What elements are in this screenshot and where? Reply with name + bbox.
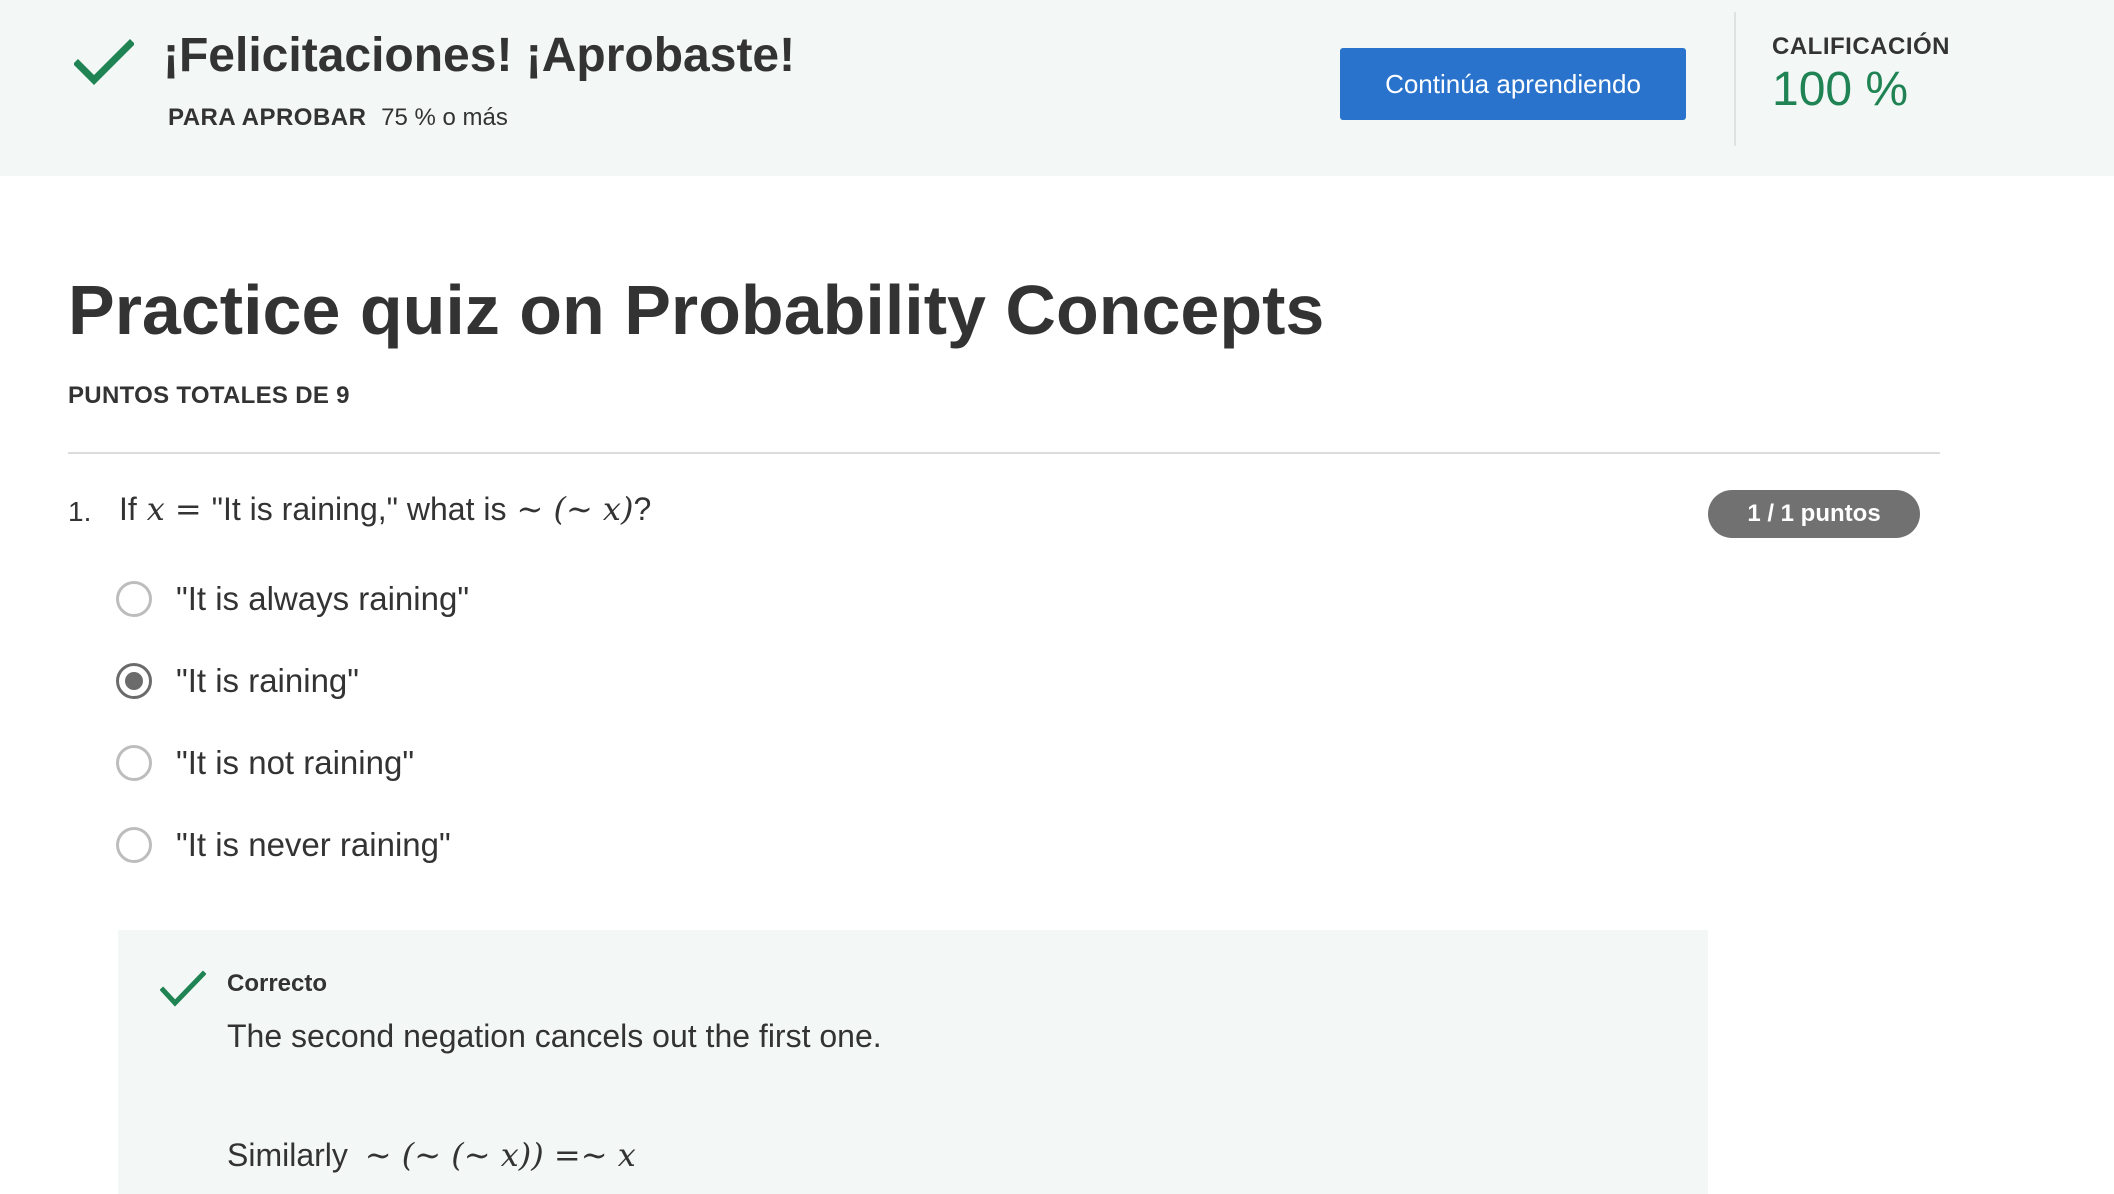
grade-label: CALIFICACIÓN xyxy=(1772,33,1950,60)
answer-option[interactable]: "It is always raining" xyxy=(116,577,469,621)
feedback-similarly-text: Similarly xyxy=(227,1137,348,1173)
continue-learning-button[interactable]: Continúa aprendiendo xyxy=(1340,48,1686,120)
feedback-similarly: Similarly ∼ (∼ (∼ x)) =∼ x xyxy=(227,1136,636,1174)
divider xyxy=(68,452,1940,454)
answer-option-label: "It is never raining" xyxy=(176,826,451,863)
answer-option-label: "It is not raining" xyxy=(176,744,415,781)
math-expression: ∼ (∼ (∼ x)) =∼ x xyxy=(364,1136,636,1174)
radio-button[interactable] xyxy=(116,581,152,617)
radio-button-selected[interactable] xyxy=(116,663,152,699)
pass-requirement: PARA APROBAR 75 % o más xyxy=(168,104,508,132)
check-icon xyxy=(74,39,134,85)
answer-option[interactable]: "It is never raining" xyxy=(116,823,451,867)
points-badge: 1 / 1 puntos xyxy=(1708,490,1920,538)
question-text-if: If xyxy=(119,491,137,527)
check-icon xyxy=(160,970,206,1007)
math-equals: = xyxy=(174,490,202,528)
quiz-title: Practice quiz on Probability Concepts xyxy=(68,271,1325,349)
math-variable: x xyxy=(146,490,165,528)
answer-option-label: "It is always raining" xyxy=(176,580,470,617)
math-expression: ∼ (∼ x) xyxy=(516,490,634,528)
feedback-text: The second negation cancels out the firs… xyxy=(227,1018,882,1054)
answer-option[interactable]: "It is raining" xyxy=(116,659,359,703)
congrats-title: ¡Felicitaciones! ¡Aprobaste! xyxy=(163,29,796,82)
grade-value: 100 % xyxy=(1772,63,1909,116)
question-number: 1. xyxy=(68,496,92,527)
answer-option-label: "It is raining" xyxy=(176,662,359,699)
feedback-panel: Correcto The second negation cancels out… xyxy=(118,930,1708,1194)
question-mark: ? xyxy=(633,491,652,527)
answer-option[interactable]: "It is not raining" xyxy=(116,741,414,785)
pass-value: 75 % o más xyxy=(381,104,508,131)
question-text-quote: "It is raining," what is xyxy=(211,491,507,527)
result-banner: ¡Felicitaciones! ¡Aprobaste! PARA APROBA… xyxy=(0,0,2114,176)
divider xyxy=(1734,12,1736,146)
radio-button[interactable] xyxy=(116,745,152,781)
feedback-title: Correcto xyxy=(227,970,328,997)
pass-label: PARA APROBAR xyxy=(168,104,367,131)
radio-button[interactable] xyxy=(116,827,152,863)
points-total: PUNTOS TOTALES DE 9 xyxy=(68,382,350,409)
question-text: If x = "It is raining," what is ∼ (∼ x) … xyxy=(119,490,651,528)
